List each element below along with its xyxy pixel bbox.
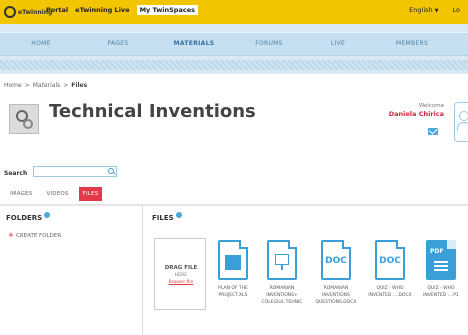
file-name-line: ROMANIAN (323, 286, 349, 291)
file-type-label: PDF (430, 248, 444, 255)
file-item[interactable]: PDF QUIZ - WHO INVENTED ....P1 (418, 240, 464, 299)
drag-drop-zone[interactable]: DRAG FILE HERE Browse file (154, 238, 206, 310)
language-selector[interactable]: English ▼ (409, 6, 438, 14)
doc-icon: DOC (321, 240, 351, 280)
page-fold (239, 240, 248, 249)
tab-images[interactable]: IMAGES (6, 187, 36, 201)
info-icon[interactable] (175, 212, 182, 218)
top-links: Portal eTwinning Live My TwinSpaces (46, 5, 198, 15)
search-label: Search (4, 170, 28, 177)
welcome-block: Welcome Daniela Chirica (354, 103, 444, 118)
file-name-line: INVENTIONS+ (266, 293, 298, 298)
breadcrumb-current: Files (71, 82, 88, 89)
presentation-icon (267, 240, 297, 280)
page-title: Technical Inventions (49, 101, 256, 122)
search-input[interactable] (33, 166, 117, 177)
nav-members[interactable]: MEMBERS (372, 33, 452, 55)
top-link-etwinning-live[interactable]: eTwinning Live (75, 6, 129, 15)
folders-title: FOLDERS (6, 212, 51, 222)
files-title: FILES (152, 212, 182, 222)
file-name-line: PROJECT.XLS (218, 293, 248, 298)
nav-materials[interactable]: MATERIALS (154, 33, 234, 55)
doc-icon: DOC (375, 240, 405, 280)
breadcrumb: Home > Materials > Files (4, 82, 87, 89)
file-type-label: DOC (379, 256, 401, 266)
user-name[interactable]: Daniela Chirica (354, 110, 444, 118)
create-folder-link[interactable]: CREATE FOLDER (16, 233, 61, 239)
nav-pages[interactable]: PAGES (82, 33, 154, 55)
chevron-down-icon: ▼ (434, 8, 439, 14)
nav-live[interactable]: LIVE (304, 33, 372, 55)
drag-label: DRAG FILE (164, 265, 198, 271)
file-name-line: INVENTIONS (322, 293, 350, 298)
breadcrumb-separator: > (24, 82, 30, 89)
logo-icon (4, 6, 16, 18)
file-name: PLAN OF THE PROJECT.XLS (210, 285, 256, 299)
file-name: QUIZ - WHO INVENTED ....P1 (418, 285, 464, 299)
file-name-line: ROMANIAN (269, 286, 295, 291)
tab-files[interactable]: FILES (78, 187, 103, 201)
file-name-line: INVENTED ....DOCX (368, 293, 412, 298)
breadcrumb-materials[interactable]: Materials (33, 82, 61, 89)
file-item[interactable]: ROMANIAN INVENTIONS+ COLEGIUL TEHNIC (259, 240, 305, 306)
language-label: English (409, 6, 433, 14)
file-name: QUIZ - WHO INVENTED ....DOCX (367, 285, 413, 299)
mail-icon[interactable] (428, 128, 438, 135)
top-bar: eTwinning Portal eTwinning Live My TwinS… (0, 0, 468, 24)
browse-file-link[interactable]: Browse file (155, 280, 207, 285)
folders-title-text: FOLDERS (6, 214, 43, 222)
top-right-link[interactable]: Lo (453, 6, 460, 14)
plus-icon: + (8, 231, 14, 239)
grid-glyph (225, 255, 241, 270)
folders-panel: FOLDERS + CREATE FOLDER (0, 206, 143, 335)
file-name-line: QUIZ - WHO (376, 286, 404, 291)
media-tabs: IMAGES VIDEOS FILES (0, 184, 468, 206)
screen-glyph (275, 254, 289, 270)
drag-label-here: HERE (174, 273, 188, 278)
nav-forums[interactable]: FORUMS (234, 33, 304, 55)
page-fold (342, 240, 351, 249)
file-name: ROMANIAN INVENTIONS QUESTIONS.DOCX (313, 285, 359, 306)
file-item[interactable]: DOC QUIZ - WHO INVENTED ....DOCX (367, 240, 413, 299)
breadcrumb-home[interactable]: Home (4, 82, 22, 89)
file-item[interactable]: DOC ROMANIAN INVENTIONS QUESTIONS.DOCX (313, 240, 359, 306)
file-name-line: QUIZ - WHO (427, 286, 455, 291)
nav-home[interactable]: HOME (0, 33, 82, 55)
nav-stripe (0, 60, 468, 70)
file-name: ROMANIAN INVENTIONS+ COLEGIUL TEHNIC (259, 285, 305, 306)
files-title-text: FILES (152, 214, 174, 222)
file-name-line: QUESTIONS.DOCX (315, 300, 357, 305)
page-fold (288, 240, 297, 249)
page-fold (396, 240, 405, 249)
main-nav: HOME PAGES MATERIALS FORUMS LIVE MEMBERS (0, 32, 468, 56)
top-right: English ▼ Lo (409, 6, 460, 14)
main-nav-area: HOME PAGES MATERIALS FORUMS LIVE MEMBERS (0, 24, 468, 74)
welcome-label: Welcome (418, 103, 444, 109)
file-name-line: PLAN OF THE (218, 286, 248, 291)
spreadsheet-icon (218, 240, 248, 280)
pdf-icon: PDF (426, 240, 456, 280)
breadcrumb-separator: > (63, 82, 69, 89)
file-item[interactable]: PLAN OF THE PROJECT.XLS (210, 240, 256, 299)
file-name-line: COLEGIUL TEHNIC (261, 300, 303, 305)
project-avatar (9, 104, 39, 134)
avatar-ring (23, 119, 33, 129)
text-lines-glyph (434, 261, 448, 273)
file-name-line: INVENTED ....P1 (423, 293, 459, 298)
user-profile-icon[interactable] (454, 102, 468, 142)
info-icon[interactable] (44, 212, 51, 218)
top-link-portal[interactable]: Portal (46, 6, 68, 15)
search-icon[interactable] (108, 168, 114, 174)
file-type-label: DOC (325, 256, 347, 266)
tab-videos[interactable]: VIDEOS (42, 187, 72, 201)
top-link-my-twinspaces[interactable]: My TwinSpaces (136, 5, 198, 15)
